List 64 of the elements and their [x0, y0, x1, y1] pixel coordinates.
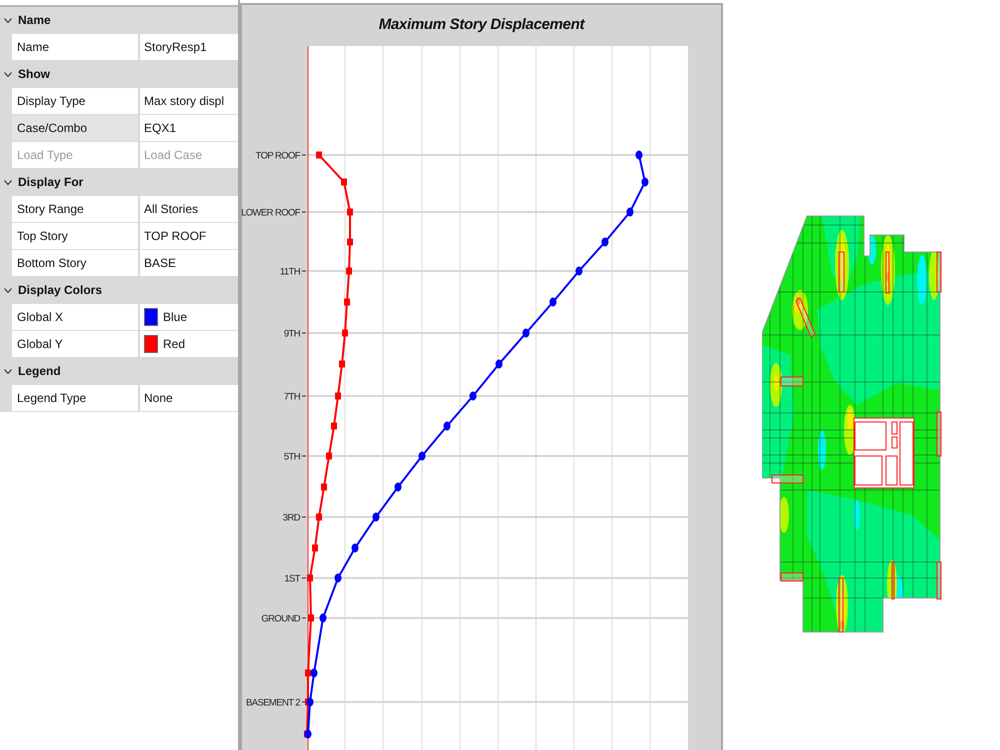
circle-data-point [626, 208, 634, 216]
square-data-point [344, 298, 350, 306]
property-name[interactable]: Story Range [12, 196, 138, 222]
circle-data-point [444, 422, 450, 430]
property-value[interactable]: All Stories [140, 196, 238, 222]
property-value[interactable]: StoryResp1 [140, 34, 238, 60]
story-label: 1ST [284, 574, 300, 584]
property-name[interactable]: Case/Combo [12, 115, 138, 141]
property-value[interactable]: BASE [140, 250, 238, 276]
circle-data-point [496, 360, 502, 368]
square-data-point [312, 544, 318, 552]
circle-data-point [602, 238, 608, 246]
circle-data-point [394, 482, 402, 492]
square-data-point [347, 208, 353, 216]
chart-title: Maximum Story Displacement [378, 15, 584, 36]
square-data-point [305, 670, 311, 676]
square-data-point [342, 330, 348, 336]
square-data-point [326, 452, 332, 460]
property-name[interactable]: Bottom Story [12, 250, 138, 276]
story-label: BASEMENT 2 [246, 698, 300, 708]
square-data-point [339, 360, 345, 368]
square-data-point [341, 178, 347, 186]
circle-data-point [550, 298, 556, 306]
story-label: TOP ROOF [256, 150, 300, 162]
circle-data-point [522, 328, 530, 338]
property-name[interactable]: Name [12, 34, 138, 60]
property-value[interactable]: None [140, 385, 238, 411]
property-name[interactable]: Legend Type [12, 385, 138, 411]
property-value[interactable]: TOP ROOF [140, 223, 238, 249]
property-name[interactable]: Top Story [12, 223, 138, 249]
story-label: 7TH [284, 392, 300, 402]
circle-data-point [352, 544, 358, 552]
story-label: 3RD [282, 512, 300, 524]
property-value[interactable]: EQX1 [140, 115, 238, 141]
square-data-point [321, 484, 327, 490]
story-label: GROUND [261, 614, 300, 624]
square-data-point [307, 574, 313, 582]
circle-data-point [636, 150, 642, 160]
property-name[interactable]: Display Type [12, 88, 138, 114]
circle-data-point [320, 614, 326, 622]
property-value[interactable]: Max story displ [140, 88, 238, 114]
property-value[interactable]: Blue [140, 304, 238, 330]
story-label: 5TH [284, 452, 300, 462]
story-label: LOWER ROOF [242, 208, 300, 218]
square-data-point [316, 514, 322, 520]
story-label: 9TH [284, 328, 300, 340]
square-data-point [308, 614, 314, 622]
story-label: 11TH [280, 266, 300, 278]
circle-data-point [310, 668, 318, 678]
square-data-point [335, 392, 341, 400]
square-data-point [331, 422, 337, 430]
circle-data-point [306, 698, 314, 706]
property-name[interactable]: Global Y [12, 331, 138, 357]
circle-data-point [372, 512, 380, 522]
circle-data-point [642, 178, 648, 186]
circle-data-point [576, 266, 582, 276]
property-name[interactable]: Global X [12, 304, 138, 330]
square-data-point [347, 238, 353, 246]
square-data-point [316, 152, 322, 158]
property-value[interactable]: Red [140, 331, 238, 357]
circle-data-point [418, 452, 426, 460]
circle-data-point [470, 392, 476, 400]
circle-data-point [334, 574, 342, 582]
square-data-point [346, 268, 352, 274]
